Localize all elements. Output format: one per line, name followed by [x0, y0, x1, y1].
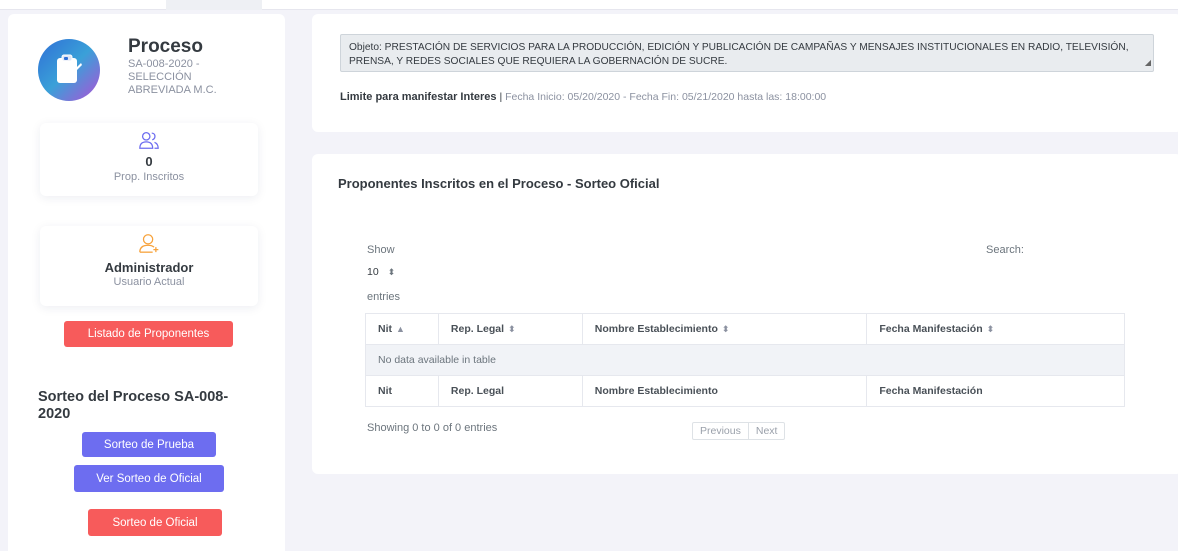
page-size-select[interactable]: 10 ⬍	[367, 266, 395, 278]
users-icon	[139, 132, 159, 149]
sorteo-prueba-button[interactable]: Sorteo de Prueba	[82, 432, 216, 457]
empty-message: No data available in table	[365, 344, 1125, 376]
resize-handle-icon[interactable]: ◢	[1145, 56, 1151, 70]
next-button[interactable]: Next	[747, 423, 785, 439]
table-header-row: Nit ▲ Rep. Legal ⬍ Nombre Establecimiento ⬍…	[365, 313, 1125, 345]
column-header-nombre[interactable]: Nombre Establecimiento ⬍	[581, 313, 868, 345]
column-header-nit[interactable]: Nit ▲	[365, 313, 439, 345]
select-arrows-icon: ⬍	[387, 267, 396, 277]
admin-card: Administrador Usuario Actual	[40, 226, 258, 306]
inscritos-label: Prop. Inscritos	[113, 171, 185, 183]
panel-title: Proponentes Inscritos en el Proceso - So…	[338, 176, 660, 191]
sort-icon: ⬍	[721, 324, 730, 334]
sort-icon: ⬍	[508, 324, 516, 334]
proponentes-table: Nit ▲ Rep. Legal ⬍ Nombre Establecimiento ⬍…	[365, 313, 1125, 407]
inscritos-card: 0 Prop. Inscritos	[40, 123, 258, 196]
process-subtitle: SA-008-2020 - SELECCIÓN ABREVIADA M.C.	[128, 58, 238, 97]
pagination: Previous Next	[692, 422, 786, 440]
listado-proponentes-button[interactable]: Listado de Proponentes	[64, 321, 233, 347]
process-title: Proceso	[128, 36, 203, 57]
sorteo-oficial-button[interactable]: Sorteo de Oficial	[88, 509, 222, 536]
table-info: Showing 0 to 0 of 0 entries	[367, 422, 498, 434]
footer-nit: Nit	[365, 375, 439, 407]
proponentes-panel: Proponentes Inscritos en el Proceso - So…	[312, 154, 1178, 474]
process-header: Proceso SA-008-2020 - SELECCIÓN ABREVIAD…	[38, 36, 278, 106]
inscritos-count: 0	[145, 154, 153, 169]
clipboard-icon	[38, 39, 100, 101]
footer-fecha: Fecha Manifestación	[866, 375, 1125, 407]
limite-separator: |	[499, 91, 503, 103]
page-size-value: 10	[367, 266, 379, 278]
previous-button[interactable]: Previous	[693, 423, 748, 439]
search-label: Search:	[986, 244, 1024, 256]
limite-line: Limite para manifestar Interes | Fecha I…	[340, 91, 826, 103]
objeto-panel: Objeto: PRESTACIÓN DE SERVICIOS PARA LA …	[312, 14, 1178, 132]
sort-asc-icon: ▲	[396, 324, 405, 334]
entries-label: entries	[367, 291, 401, 303]
sidebar: Proceso SA-008-2020 - SELECCIÓN ABREVIAD…	[8, 14, 285, 551]
sorteo-title: Sorteo del Proceso SA-008-2020	[38, 389, 229, 422]
table-footer-row: Nit Rep. Legal Nombre Establecimiento Fe…	[365, 375, 1125, 407]
objeto-text: Objeto: PRESTACIÓN DE SERVICIOS PARA LA …	[349, 42, 1129, 67]
top-tab[interactable]	[166, 0, 262, 10]
limite-label: Limite para manifestar Interes	[340, 91, 497, 103]
admin-role: Administrador	[104, 260, 194, 275]
sort-icon: ⬍	[986, 324, 995, 334]
top-bar	[0, 0, 1178, 10]
table-row: No data available in table	[365, 344, 1125, 376]
process-type: SELECCIÓN ABREVIADA M.C.	[128, 71, 217, 96]
column-header-rep-legal[interactable]: Rep. Legal ⬍	[437, 313, 583, 345]
show-label: Show	[367, 244, 395, 256]
process-code: SA-008-2020 -	[128, 58, 200, 70]
objeto-textarea[interactable]: Objeto: PRESTACIÓN DE SERVICIOS PARA LA …	[340, 34, 1154, 72]
footer-nombre: Nombre Establecimiento	[581, 375, 868, 407]
user-add-icon	[139, 234, 159, 253]
admin-label: Usuario Actual	[113, 276, 185, 288]
limite-dates: Fecha Inicio: 05/20/2020 - Fecha Fin: 05…	[505, 91, 827, 103]
ver-sorteo-oficial-button[interactable]: Ver Sorteo de Oficial	[74, 465, 224, 492]
column-header-fecha[interactable]: Fecha Manifestación ⬍	[866, 313, 1125, 345]
footer-rep-legal: Rep. Legal	[437, 375, 583, 407]
